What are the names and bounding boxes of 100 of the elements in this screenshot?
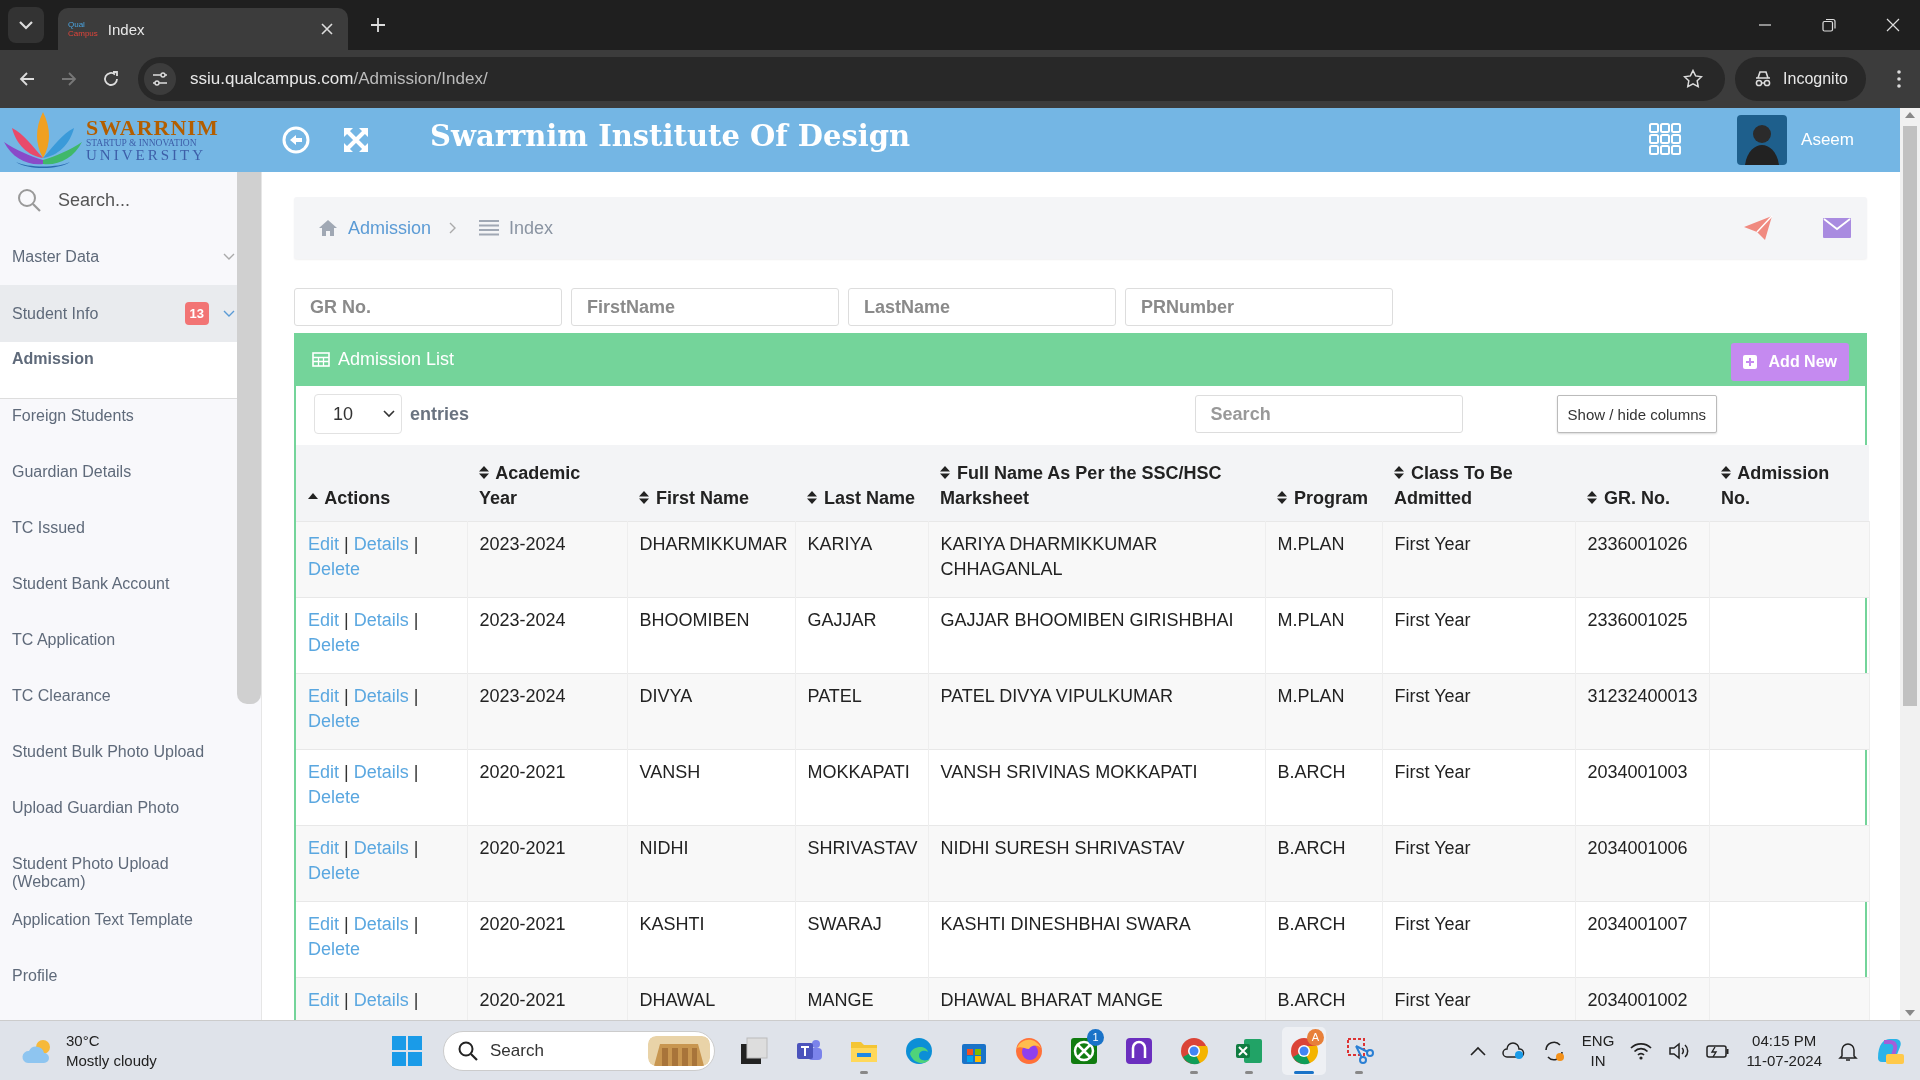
table-cell: 2023-2024 — [467, 673, 627, 749]
filter-field[interactable]: FirstName — [571, 288, 839, 326]
submenu-item[interactable]: TC Clearance — [0, 679, 237, 735]
close-icon[interactable] — [1886, 18, 1900, 32]
submenu-item[interactable]: TC Issued — [0, 511, 237, 567]
column-header[interactable]: Admission No. — [1709, 445, 1869, 521]
table-cell: 2020-2021 — [467, 749, 627, 825]
page-size-select[interactable]: 10 — [314, 394, 402, 434]
tab-title: Index — [107, 20, 146, 38]
logo-text: STARTUP & INNOVATION — [86, 138, 198, 149]
menu-item[interactable]: Master Data — [0, 228, 237, 285]
separator: | — [412, 837, 419, 858]
submenu-item[interactable]: Admission — [0, 342, 237, 399]
incognito-button[interactable]: Incognito — [1735, 57, 1866, 101]
count-badge: 13 — [184, 302, 209, 325]
table-cell: First Year — [1382, 901, 1575, 977]
table-cell: NIDHI SURESH SHRIVASTAV — [928, 825, 1265, 901]
submenu-item[interactable]: TC Application — [0, 623, 237, 679]
taskbar-app[interactable]: 1 — [1062, 1026, 1106, 1075]
separator: | — [412, 913, 419, 934]
table-cell: VANSH — [627, 749, 795, 825]
tab-list-icon[interactable] — [8, 7, 44, 43]
start-icon[interactable] — [392, 1035, 422, 1066]
scrollbar-thumb[interactable] — [237, 172, 261, 704]
wifi-icon[interactable] — [1630, 1041, 1653, 1060]
table-cell: 2034001006 — [1575, 825, 1709, 901]
column-header[interactable]: Last Name — [795, 445, 928, 521]
filter-field[interactable]: LastName — [848, 288, 1116, 326]
column-header[interactable]: Class To Be Admitted — [1382, 445, 1575, 521]
scroll-up-icon[interactable] — [1905, 112, 1915, 118]
submenu-item[interactable]: Guardian Details — [0, 455, 237, 511]
running-indicator — [1190, 1070, 1198, 1074]
table-cell: DHARMIKKUMAR — [627, 521, 795, 597]
cloud-sync-icon[interactable] — [1501, 1040, 1526, 1061]
language-indicator[interactable]: ENG IN — [1581, 1030, 1615, 1071]
chevron-up-icon[interactable] — [1469, 1045, 1486, 1056]
volume-icon[interactable] — [1668, 1041, 1691, 1060]
avatar[interactable] — [1737, 115, 1788, 165]
restore-icon[interactable] — [1822, 18, 1836, 32]
submenu-item[interactable]: Upload Guardian Photo — [0, 791, 237, 847]
column-header[interactable]: Actions — [296, 445, 467, 521]
entries-label: entries — [410, 403, 470, 425]
table-cell: KASHTI — [627, 901, 795, 977]
chevron-right-icon — [449, 222, 458, 234]
weather-text: Mostly cloudy — [66, 1050, 157, 1071]
scroll-down-icon[interactable] — [1905, 1010, 1915, 1016]
bookmark-star-icon[interactable] — [1683, 69, 1704, 89]
battery-icon[interactable] — [1706, 1042, 1731, 1059]
table-cell: KARIYA — [795, 521, 928, 597]
chevron-down-icon — [383, 410, 395, 418]
breadcrumb-link[interactable]: Admission — [348, 217, 432, 239]
favicon: Qual Campus — [68, 20, 98, 38]
scrollbar-thumb[interactable] — [1903, 126, 1917, 706]
running-indicator — [1355, 1070, 1363, 1074]
table-cell: M.PLAN — [1265, 673, 1382, 749]
menu-item[interactable]: Student Info 13 — [0, 285, 237, 342]
new-tab-icon[interactable] — [370, 17, 386, 33]
list-icon — [479, 220, 500, 236]
chevron-icon — [223, 252, 235, 261]
separator: | — [412, 609, 419, 630]
back-icon[interactable] — [18, 70, 36, 88]
submenu-item[interactable]: Student Bank Account — [0, 567, 237, 623]
table-cell: 2336001025 — [1575, 597, 1709, 673]
show-hide-columns-button[interactable]: Show / hide columns — [1556, 395, 1717, 433]
chevron-icon — [223, 309, 235, 318]
filter-field[interactable]: PRNumber — [1125, 288, 1393, 326]
table-cell: First Year — [1382, 673, 1575, 749]
more-menu-icon[interactable] — [1896, 69, 1902, 89]
search-field[interactable]: Search — [1194, 395, 1463, 433]
taskbar-search[interactable]: Search — [443, 1030, 715, 1071]
filter-field[interactable]: GR No. — [294, 288, 562, 326]
submenu-item[interactable]: Student Photo Upload (Webcam) — [0, 847, 237, 903]
close-icon[interactable] — [320, 22, 334, 36]
running-indicator — [1294, 1070, 1314, 1074]
column-header[interactable]: GR. No. — [1575, 445, 1709, 521]
taskbar-app[interactable]: A — [1282, 1026, 1326, 1075]
forward-icon[interactable] — [60, 70, 78, 88]
separator: | — [343, 533, 350, 554]
address-field[interactable]: ssiu.qualcampus.com/Admission/Index/ — [190, 69, 488, 89]
submenu-item[interactable]: Foreign Students — [0, 399, 237, 455]
table-cell: 2020-2021 — [467, 825, 627, 901]
column-header[interactable]: Program — [1265, 445, 1382, 521]
column-header[interactable]: First Name — [627, 445, 795, 521]
separator: | — [412, 685, 419, 706]
browser-tab[interactable]: Qual Campus Index — [58, 8, 348, 50]
reload-icon[interactable] — [102, 70, 120, 88]
clock[interactable]: 04:15 PM 11-07-2024 — [1746, 1030, 1822, 1071]
envelope-icon[interactable] — [1823, 218, 1851, 238]
search-field[interactable]: Search... — [56, 188, 216, 212]
table-cell: B.ARCH — [1265, 749, 1382, 825]
column-header[interactable]: Full Name As Per the SSC/HSC Marksheet — [928, 445, 1265, 521]
submenu-item[interactable]: Profile — [0, 959, 237, 1015]
column-header[interactable]: Academic Year — [467, 445, 627, 521]
plus-square-icon — [1742, 354, 1757, 369]
submenu-item[interactable]: Application Text Template — [0, 903, 237, 959]
site-settings-icon[interactable] — [144, 63, 176, 95]
separator: | — [343, 685, 350, 706]
table-cell: VANSH SRIVINAS MOKKAPATI — [928, 749, 1265, 825]
submenu-item[interactable]: Student Bulk Photo Upload — [0, 735, 237, 791]
fox-browser-icon — [1014, 1035, 1044, 1066]
